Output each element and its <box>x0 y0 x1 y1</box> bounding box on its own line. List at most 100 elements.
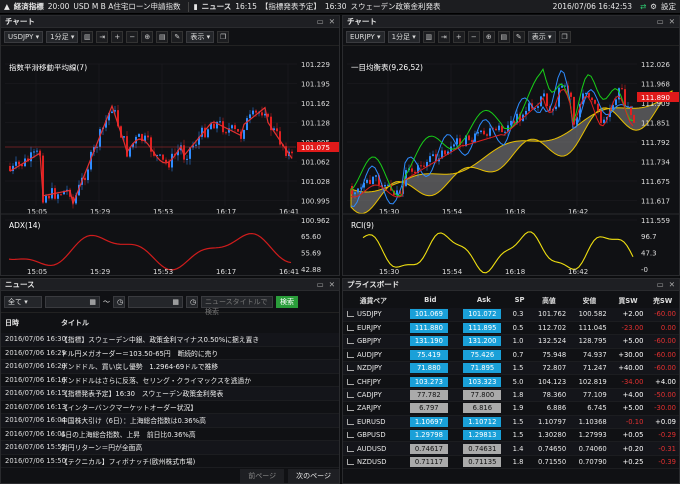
display-select[interactable]: 表示 ▾ <box>527 30 556 43</box>
bid-price[interactable]: 6.797 <box>409 403 448 414</box>
date-to[interactable]: ▦ <box>128 295 183 308</box>
date-from[interactable]: ▦ <box>45 295 100 308</box>
news-row[interactable]: 2016/07/06 15:52 対円リターン＝円が全面高 <box>1 441 339 455</box>
chart-icon[interactable] <box>347 445 354 452</box>
chart-icon[interactable] <box>347 378 354 385</box>
board-row[interactable]: EURJPY 111.880 111.895 0.5 112.702 111.045 -23… <box>343 321 679 336</box>
board-row[interactable]: AUDUSD 0.74617 0.74631 1.4 0.74650 0.74060 +0.… <box>343 441 679 456</box>
ask-price[interactable]: 131.200 <box>463 336 502 347</box>
minimize-icon[interactable]: ▭ <box>317 280 324 289</box>
minimize-icon[interactable]: ▭ <box>657 280 664 289</box>
indicator-icon[interactable]: ▤ <box>497 30 510 43</box>
prev-page-button[interactable]: 前ページ <box>240 469 285 483</box>
board-row[interactable]: NZDJPY 71.880 71.895 1.5 72.807 71.247 +40.00-… <box>343 361 679 376</box>
board-row[interactable]: CHFJPY 103.273 103.323 5.0 104.123 102.819 -34… <box>343 374 679 389</box>
bid-price[interactable]: 1.10697 <box>409 416 448 427</box>
news-row[interactable]: 2016/07/06 16:13 【インターバンクマーケットオーダー状況】 <box>1 401 339 414</box>
news-row[interactable]: 2016/07/06 16:15 【指標発表予定】16:30 スウェーデン政策金利… <box>1 387 339 401</box>
minimize-icon[interactable]: ▭ <box>657 17 664 26</box>
crosshair-icon[interactable]: + <box>452 30 465 43</box>
crosshair-icon[interactable]: + <box>111 30 124 43</box>
news-row[interactable]: 2016/07/06 16:04 中国株大引け（6日）：上海総合指数は0.36%高 <box>1 414 339 428</box>
usdjpy-chart[interactable]: 指数平滑移動平均線(7) 101.229 101.195 101.162 101.12… <box>1 46 339 307</box>
ask-price[interactable]: 6.816 <box>463 403 502 414</box>
close-icon[interactable]: ✕ <box>329 17 335 26</box>
bid-price[interactable]: 71.880 <box>409 363 448 374</box>
chart-icon[interactable] <box>347 458 354 465</box>
news-row[interactable]: 2016/07/06 16:20 ポンドドル、買い戻し優勢 1.2964-69ドル… <box>1 360 339 374</box>
board-row[interactable]: AUDJPY 75.419 75.426 0.7 75.948 74.937 +30.00-… <box>343 348 679 363</box>
chart-icon[interactable] <box>347 432 354 439</box>
ask-price[interactable]: 111.895 <box>463 323 502 334</box>
ask-price[interactable]: 77.800 <box>463 390 502 401</box>
news-row[interactable]: 2016/07/06 16:01 6日の上海総合指数、上昇 前日比0.36%高 <box>1 428 339 441</box>
period-select[interactable]: 1分足 ▾ <box>46 30 79 43</box>
symbol-select[interactable]: USDJPY ▾ <box>4 30 44 43</box>
indicator-item[interactable]: USD M B A住宅ローン申請指数 <box>73 1 180 12</box>
bid-price[interactable]: 131.190 <box>409 336 448 347</box>
board-row[interactable]: GBPUSD 1.29798 1.29813 1.5 1.30280 1.27993 +0.… <box>343 428 679 443</box>
symbol-select[interactable]: EURJPY ▾ <box>346 30 385 43</box>
gear-icon[interactable]: ⚙ <box>650 2 657 11</box>
settings-button[interactable]: 設定 <box>661 1 676 12</box>
ask-price[interactable]: 1.29813 <box>463 430 502 441</box>
news-item[interactable]: 【指標発表予定】 <box>261 1 321 12</box>
chart-icon[interactable] <box>347 351 354 358</box>
scroll-end-icon[interactable]: ⇥ <box>96 30 109 43</box>
news-row[interactable]: 2016/07/06 15:50 【テクニカル】フィボナッチ(欧州株式市場) <box>1 455 339 468</box>
bid-price[interactable]: 1.29798 <box>409 430 448 441</box>
ask-price[interactable]: 71.895 <box>463 363 502 374</box>
copy-icon[interactable]: ❐ <box>217 30 230 43</box>
bid-price[interactable]: 0.71117 <box>409 456 448 467</box>
board-row[interactable]: GBPJPY 131.190 131.200 1.0 132.524 128.795 +5.… <box>343 334 679 349</box>
news-row[interactable]: 2016/07/06 16:16 ポンドドルはさらに反落、セリング・クライマックス… <box>1 374 339 387</box>
chart-icon[interactable] <box>347 325 354 332</box>
zoom-in-icon[interactable]: ⊕ <box>482 30 495 43</box>
ask-price[interactable]: 103.323 <box>463 376 502 387</box>
bid-price[interactable]: 103.273 <box>409 376 448 387</box>
draw-icon[interactable]: ✎ <box>512 30 525 43</box>
board-row[interactable]: USDJPY 101.069 101.072 0.3 101.762 100.582 +2.… <box>343 308 679 322</box>
chart-icon[interactable] <box>347 311 354 318</box>
chart-icon[interactable] <box>347 392 354 399</box>
ask-price[interactable]: 0.74631 <box>463 443 502 454</box>
news-row[interactable]: 2016/07/06 16:30 【指標】スウェーデン中銀、政策金利マイナス0.5… <box>1 333 339 347</box>
period-select[interactable]: 1分足 ▾ <box>387 30 420 43</box>
bid-price[interactable]: 75.419 <box>409 349 448 360</box>
bid-price[interactable]: 77.782 <box>409 390 448 401</box>
close-icon[interactable]: ✕ <box>669 280 675 289</box>
news-item2[interactable]: スウェーデン政策金利発表 <box>350 1 440 12</box>
zoom-out-icon[interactable]: − <box>126 30 139 43</box>
minimize-icon[interactable]: ▭ <box>317 17 324 26</box>
search-button[interactable]: 検索 <box>276 295 298 308</box>
scroll-end-icon[interactable]: ⇥ <box>437 30 450 43</box>
close-icon[interactable]: ✕ <box>329 280 335 289</box>
board-row[interactable]: CADJPY 77.782 77.800 1.8 78.360 77.109 +4.00 -5… <box>343 388 679 403</box>
chart-type-icon[interactable]: ▥ <box>81 30 94 43</box>
news-row[interactable]: 2016/07/06 16:29 ドル円メガオーダー＝103.50-65円 断続的… <box>1 347 339 360</box>
next-page-button[interactable]: 次のページ <box>288 469 339 483</box>
zoom-out-icon[interactable]: − <box>467 30 480 43</box>
category-select[interactable]: 全て ▾ <box>4 295 42 308</box>
draw-icon[interactable]: ✎ <box>171 30 184 43</box>
time-to[interactable]: ◷ <box>186 295 198 308</box>
search-input[interactable]: ニュースタイトルで検索 <box>201 295 273 316</box>
board-row[interactable]: NZDUSD 0.71117 0.71135 1.8 0.71550 0.70790 +0.… <box>343 455 679 470</box>
ask-price[interactable]: 101.072 <box>463 309 502 320</box>
ask-price[interactable]: 0.71135 <box>463 456 502 467</box>
board-row[interactable]: ZARJPY 6.797 6.816 1.9 6.886 6.745 +5.00 -30.00 <box>343 401 679 416</box>
chart-icon[interactable] <box>347 405 354 412</box>
board-row[interactable]: EURUSD 1.10697 1.10712 1.5 1.10797 1.10368 -0.… <box>343 415 679 430</box>
bid-price[interactable]: 0.74617 <box>409 443 448 454</box>
zoom-in-icon[interactable]: ⊕ <box>141 30 154 43</box>
time-from[interactable]: ◷ <box>113 295 125 308</box>
ask-price[interactable]: 75.426 <box>463 349 502 360</box>
close-icon[interactable]: ✕ <box>669 17 675 26</box>
eurjpy-chart[interactable]: 一目均衡表(9,26,52) 112.026111.968111.909111.… <box>343 46 679 307</box>
chart-icon[interactable] <box>347 365 354 372</box>
indicator-icon[interactable]: ▤ <box>156 30 169 43</box>
bid-price[interactable]: 101.069 <box>409 309 448 320</box>
chart-icon[interactable] <box>347 338 354 345</box>
bid-price[interactable]: 111.880 <box>409 323 448 334</box>
display-select[interactable]: 表示 ▾ <box>186 30 215 43</box>
